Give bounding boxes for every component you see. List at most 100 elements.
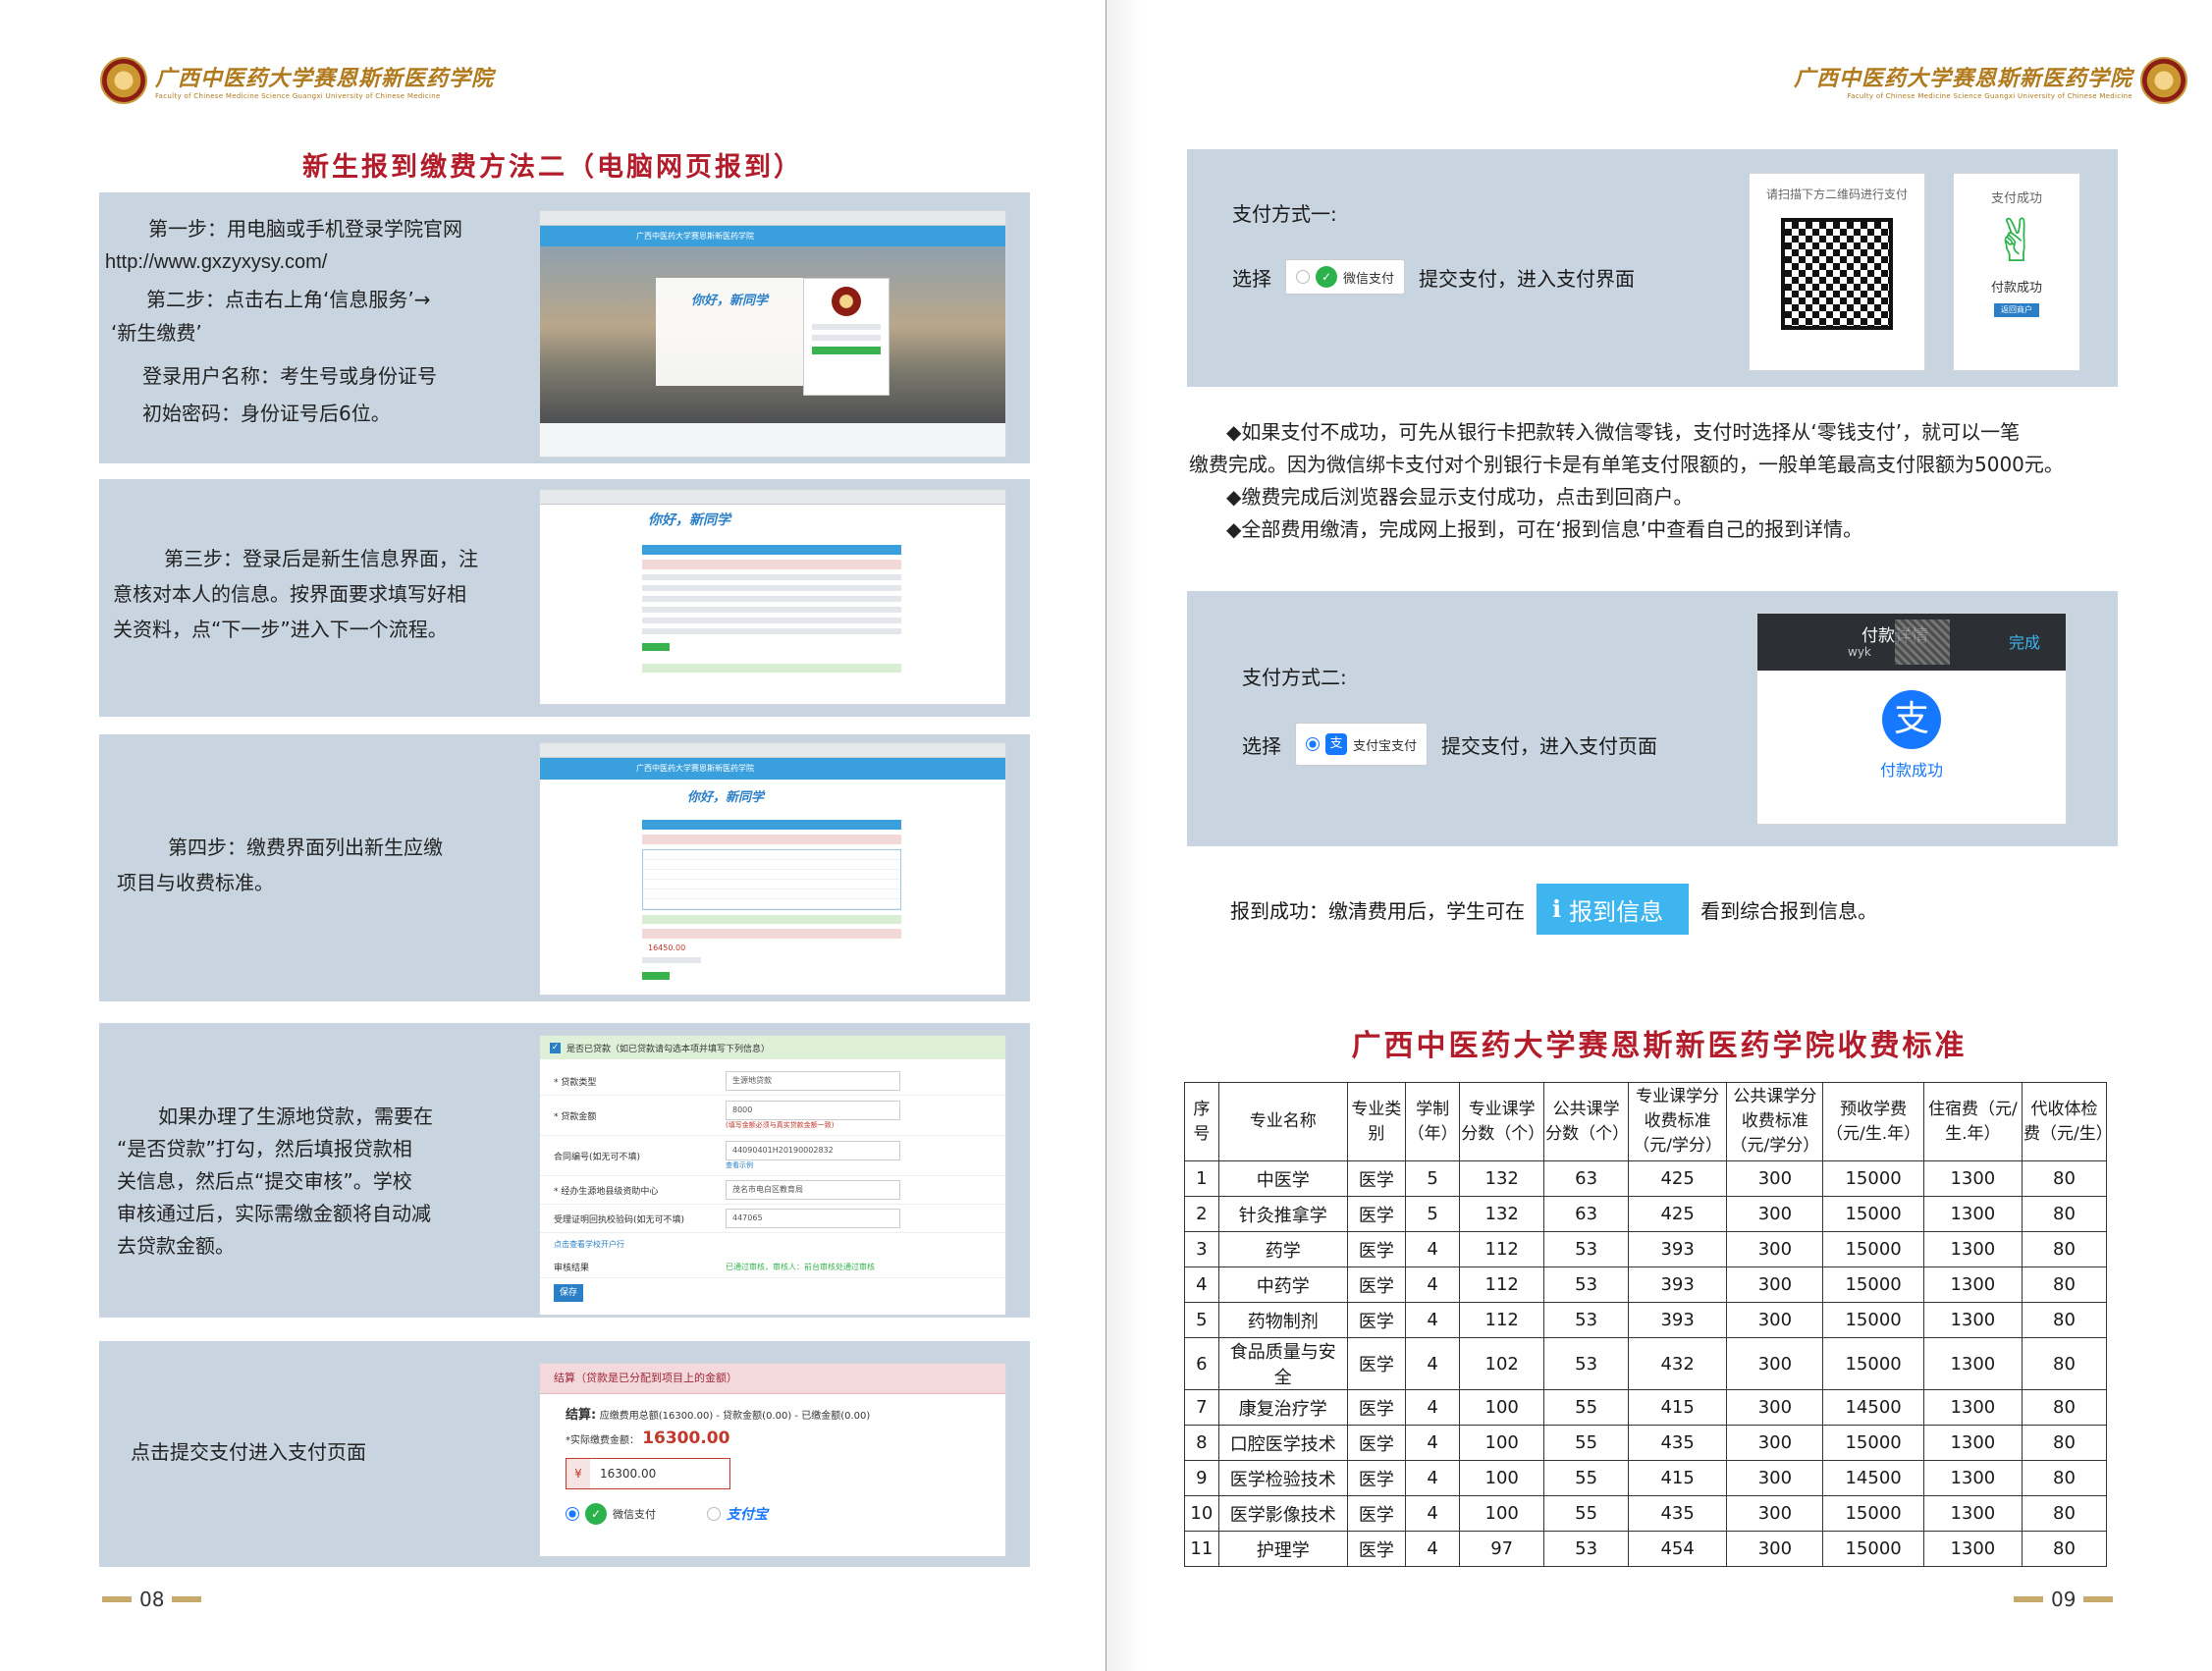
table-cell: 100 [1459, 1460, 1545, 1496]
table-cell: 300 [1726, 1389, 1824, 1426]
fee-header-cell: 序号 [1184, 1082, 1219, 1161]
step4-line1: 第四步：缴费界面列出新生应缴 [168, 836, 443, 859]
phone-done-button[interactable]: 完成 [2009, 629, 2040, 653]
table-cell: 80 [2021, 1425, 2108, 1461]
currency-icon: ¥ [566, 1459, 590, 1488]
step3-panel: 第三步：登录后是新生信息界面，注 意核对本人的信息。按界面要求填写好相 关资料，… [99, 479, 1030, 717]
table-cell: 医学 [1346, 1267, 1407, 1303]
school-seal-icon [100, 57, 147, 104]
table-cell: 6 [1184, 1337, 1219, 1390]
site-header: 广西中医药大学赛恩斯新医药学院 [540, 226, 1005, 247]
alipay-radio-icon[interactable] [707, 1507, 721, 1521]
save-button[interactable]: 保存 [554, 1284, 583, 1302]
table-row: 2 针灸推拿学 医学 5 132 63 425 300 15000 1300 80 [1184, 1196, 2108, 1232]
table-cell: 4 [1404, 1231, 1461, 1267]
table-cell: 300 [1726, 1302, 1824, 1338]
page-number-right: 09 [2014, 1588, 2114, 1611]
step3-line1: 第三步：登录后是新生信息界面，注 [164, 547, 478, 570]
table-cell: 4 [1404, 1337, 1461, 1390]
loan-amount-input[interactable]: 8000 [726, 1101, 900, 1120]
table-cell: 医学 [1346, 1302, 1407, 1338]
wechat-option[interactable]: ✓ 微信支付 [566, 1503, 656, 1525]
aid-center-label: * 经办生源地县级资助中心 [554, 1186, 659, 1197]
pay-method-1-panel: 支付方式一: 选择 ✓ 微信支付 提交支付，进入支付界面 请扫描下方二维码进行支… [1187, 149, 2118, 387]
welcome-banner-2: 你好，新同学 [648, 512, 730, 528]
table-cell: 80 [2021, 1389, 2108, 1426]
alipay-phone-screen: 付款详情 wyk 完成 支 付款成功 [1756, 613, 2067, 825]
table-cell: 100 [1459, 1425, 1545, 1461]
success-box: 支付成功 ✌ 付款成功 返回商户 [1953, 173, 2080, 371]
report-after: 看到综合报到信息。 [1700, 898, 1878, 923]
table-row: 9 医学检验技术 医学 4 100 55 415 300 14500 1300 80 [1184, 1460, 2108, 1496]
report-info-button[interactable]: ℹ 报到信息 [1537, 884, 1690, 935]
aid-center-input[interactable]: 茂名市电白区教育局 [726, 1180, 900, 1200]
receipt-code-input[interactable]: 447065 [726, 1209, 900, 1228]
wechat-icon: ✓ [585, 1503, 607, 1525]
wechat-radio-icon[interactable] [566, 1507, 579, 1521]
table-row: 4 中药学 医学 4 112 53 393 300 15000 1300 80 [1184, 1267, 2108, 1303]
loan-type-select[interactable]: 生源地贷款 [726, 1071, 900, 1091]
table-cell: 80 [2021, 1160, 2108, 1197]
table-cell: 80 [2021, 1460, 2108, 1496]
table-cell: 454 [1628, 1531, 1728, 1567]
example-link[interactable]: 查看示例 [726, 1160, 900, 1170]
table-cell: 15000 [1822, 1267, 1924, 1303]
alipay-badge[interactable]: 支 支付宝支付 [1295, 723, 1429, 766]
summary-label: 结算: [566, 1408, 597, 1423]
table-cell: 10 [1184, 1495, 1219, 1532]
fee-table: 序号 专业名称 专业类别 学制（年） 专业课学分数（个） 公共课学分数（个） 专业课学分收费… [1184, 1082, 2113, 1567]
table-cell: 53 [1543, 1267, 1630, 1303]
table-cell: 医学 [1346, 1425, 1407, 1461]
table-cell: 医学 [1346, 1337, 1407, 1390]
table-cell: 7 [1184, 1389, 1219, 1426]
table-cell: 药学 [1217, 1231, 1348, 1267]
success-text: 付款成功 [1990, 281, 2042, 296]
step3-line2: 意核对本人的信息。按界面要求填写好相 [113, 582, 466, 606]
table-cell: 医学 [1346, 1495, 1407, 1532]
table-cell: 53 [1543, 1337, 1630, 1390]
table-cell: 1300 [1922, 1302, 2023, 1338]
welcome-banner-3: 你好，新同学 [687, 790, 765, 805]
table-cell: 医学 [1346, 1460, 1407, 1496]
table-cell: 15000 [1822, 1531, 1924, 1567]
bank-link[interactable]: 点击查看学校开户行 [540, 1233, 1005, 1256]
table-cell: 1300 [1922, 1531, 2023, 1567]
table-cell: 80 [2021, 1337, 2108, 1390]
amount-input[interactable]: 16300.00 [590, 1459, 729, 1488]
table-cell: 300 [1726, 1531, 1824, 1567]
mosaic-blur [1895, 620, 1950, 665]
table-cell: 55 [1543, 1460, 1630, 1496]
contract-no-input[interactable]: 44090401H20190002832 [726, 1141, 900, 1160]
table-cell: 15000 [1822, 1302, 1924, 1338]
table-cell: 132 [1459, 1160, 1545, 1197]
welcome-banner: 你好，新同学 [690, 294, 768, 308]
school-name-cn-right: 广西中医药大学赛恩斯新医药学院 [1794, 66, 2133, 91]
table-row: 10 医学影像技术 医学 4 100 55 435 300 15000 1300 80 [1184, 1495, 2108, 1532]
pay-form-screenshot: 结算（贷款是已分配到项目上的金额） 结算: 应缴费用总额(16300.00) -… [539, 1363, 1006, 1557]
table-cell: 63 [1543, 1160, 1630, 1197]
table-cell: 300 [1726, 1231, 1824, 1267]
wechat-pay-badge[interactable]: ✓ 微信支付 [1285, 259, 1406, 295]
loan-checkbox-icon[interactable]: ✓ [550, 1042, 561, 1053]
table-cell: 中药学 [1217, 1267, 1348, 1303]
table-cell: 300 [1726, 1160, 1824, 1197]
school-name-en-right: Faculty of Chinese Medicine Science Guan… [1847, 92, 2133, 100]
table-cell: 300 [1726, 1425, 1824, 1461]
table-cell: 53 [1543, 1302, 1630, 1338]
page-number-09: 09 [2051, 1588, 2077, 1611]
fee-header-cell: 公共课学分收费标准（元/学分） [1726, 1082, 1824, 1161]
alipay-option[interactable]: 支付宝 [707, 1504, 768, 1524]
table-cell: 80 [2021, 1196, 2108, 1232]
table-cell: 1300 [1922, 1425, 2023, 1461]
step2-line2: ‘新生缴费’ [111, 321, 202, 345]
table-cell: 医学 [1346, 1231, 1407, 1267]
pay2-after: 提交支付，进入支付页面 [1441, 733, 1658, 758]
table-cell: 15000 [1822, 1160, 1924, 1197]
return-merchant-button[interactable]: 返回商户 [1994, 303, 2039, 317]
fee-header-cell: 公共课学分数（个） [1543, 1082, 1629, 1161]
table-cell: 3 [1184, 1231, 1219, 1267]
step1-line1: 第一步：用电脑或手机登录学院官网 [148, 217, 462, 241]
table-cell: 中医学 [1217, 1160, 1348, 1197]
table-row: 11 护理学 医学 4 97 53 454 300 15000 1300 80 [1184, 1531, 2108, 1567]
table-cell: 康复治疗学 [1217, 1389, 1348, 1426]
